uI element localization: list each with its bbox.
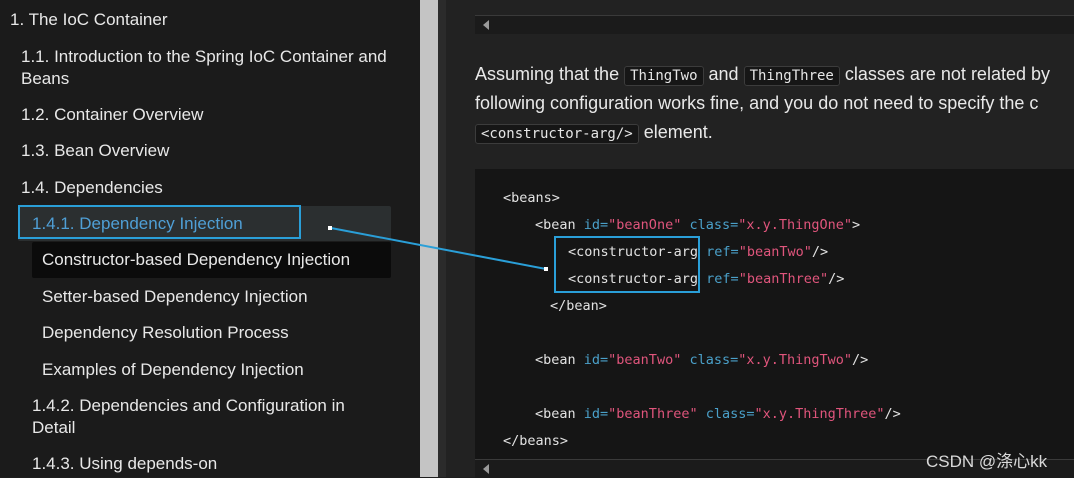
annotation-code-highlight-box — [554, 236, 700, 293]
scroll-left-arrow-icon[interactable] — [483, 464, 489, 474]
scroll-left-arrow-icon[interactable] — [483, 20, 489, 30]
description-paragraph-line2: following configuration works fine, and … — [475, 93, 1039, 113]
toc-item-introduction[interactable]: 1.1. Introduction to the Spring IoC Cont… — [21, 46, 391, 90]
annotation-highlight-box — [18, 205, 301, 239]
code-line: <bean id="beanThree" class="x.y.ThingThr… — [535, 406, 901, 422]
inline-code-constructor-arg: <constructor-arg/> — [475, 124, 639, 144]
toc-item-container-overview[interactable]: 1.2. Container Overview — [21, 104, 391, 126]
para-text: Assuming that the — [475, 64, 625, 84]
para-text: and — [703, 64, 744, 84]
xml-code-block: <beans> <bean id="beanOne" class="x.y.Th… — [475, 169, 1074, 477]
toc-item-dependencies[interactable]: 1.4. Dependencies — [21, 177, 391, 199]
main-content: Assuming that the ThingTwo and ThingThre… — [446, 0, 1074, 478]
code-line: <bean id="beanOne" class="x.y.ThingOne"> — [535, 217, 861, 233]
toc-item-di-examples[interactable]: Examples of Dependency Injection — [42, 359, 392, 381]
sidebar-scrollbar-thumb[interactable] — [420, 0, 438, 477]
toc-item-depends-on[interactable]: 1.4.3. Using depends-on — [32, 453, 392, 475]
para-text: classes are not related by — [839, 64, 1050, 84]
code-line: </beans> — [503, 433, 569, 449]
toc-item-ioc-container[interactable]: 1. The IoC Container — [10, 9, 168, 31]
code-line: <beans> — [503, 190, 560, 206]
toc-item-bean-overview[interactable]: 1.3. Bean Overview — [21, 140, 391, 162]
toc-sidebar: 1. The IoC Container 1.1. Introduction t… — [0, 0, 420, 477]
code-line: <bean id="beanTwo" class="x.y.ThingTwo"/… — [535, 352, 869, 368]
code-line: </bean> — [550, 298, 607, 314]
inline-code-thingtwo: ThingTwo — [624, 66, 704, 86]
toc-item-constructor-based-di[interactable]: Constructor-based Dependency Injection — [42, 249, 392, 271]
description-paragraph-line3: <constructor-arg/> element. — [475, 118, 1074, 149]
description-paragraph: Assuming that the ThingTwo and ThingThre… — [475, 60, 1074, 91]
toc-item-dependencies-configuration[interactable]: 1.4.2. Dependencies and Configuration in… — [32, 395, 392, 439]
toc-item-setter-based-di[interactable]: Setter-based Dependency Injection — [42, 286, 392, 308]
code-horizontal-scrollbar-top[interactable] — [475, 15, 1074, 34]
para-text: element. — [638, 122, 713, 142]
inline-code-thingthree: ThingThree — [743, 66, 840, 86]
watermark: CSDN @涤心kk — [926, 452, 1048, 471]
toc-item-dependency-resolution[interactable]: Dependency Resolution Process — [42, 322, 392, 344]
